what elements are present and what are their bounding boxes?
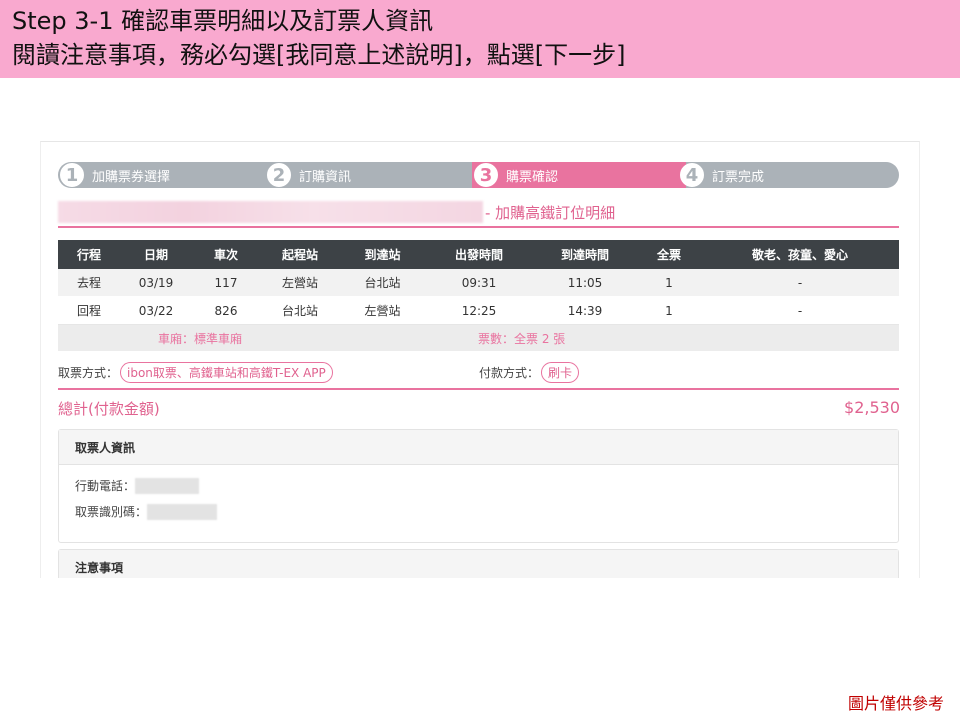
booking-confirmation-panel: 1 加購票券選擇 2 訂購資訊 3 購票確認 4 訂票完成 - 加購高鐵訂位明細… (40, 141, 920, 578)
table-row: 回程 03/22 826 台北站 左營站 12:25 14:39 1 - (58, 297, 899, 325)
pickup-method: 取票方式： ibon取票、高鐵車站和高鐵T-EX APP (58, 362, 333, 383)
table-cell: 台北站 (364, 276, 401, 290)
step-3: 3 購票確認 (474, 162, 558, 188)
column-header: 敬老、孩童、愛心 (751, 248, 848, 262)
blurred-redaction (135, 477, 200, 494)
pickup-id-label: 取票識別碼： (75, 505, 148, 519)
payment-method-badge: 刷卡 (541, 362, 580, 383)
table-summary-row: 車廂：標準車廂 票數：全票 2 張 (58, 325, 899, 351)
step-label: 訂票完成 (712, 169, 765, 185)
column-header: 到達時間 (560, 248, 609, 262)
step-number: 4 (680, 163, 704, 187)
column-header: 全票 (656, 248, 681, 262)
table-cell: 1 (665, 303, 673, 318)
step-label: 訂購資訊 (299, 169, 352, 185)
instruction-banner: Step 3-1 確認車票明細以及訂票人資訊 閱讀注意事項，務必勾選[我同意上述… (0, 0, 960, 78)
car-type-text: 車廂：標準車廂 (158, 331, 243, 346)
table-cell: 09:31 (461, 275, 497, 290)
step-number: 3 (474, 163, 498, 187)
table-cell: 11:05 (567, 275, 603, 290)
pickup-label: 取票方式： (58, 366, 119, 380)
table-cell: 左營站 (364, 304, 401, 318)
table-cell: 1 (665, 275, 673, 290)
table-cell: 台北站 (281, 304, 318, 318)
ticket-count-text: 票數：全票 2 張 (478, 331, 566, 346)
step-label: 加購票券選擇 (92, 169, 171, 185)
blurred-redaction (147, 503, 218, 520)
step-number: 2 (267, 163, 291, 187)
table-cell: 03/22 (138, 303, 174, 318)
column-header: 車次 (213, 248, 238, 262)
table-cell: 左營站 (281, 276, 318, 290)
progress-stepper: 1 加購票券選擇 2 訂購資訊 3 購票確認 4 訂票完成 (58, 162, 899, 188)
phone-label: 行動電話： (75, 479, 136, 493)
banner-step-title: Step 3-1 確認車票明細以及訂票人資訊 (12, 7, 434, 35)
table-cell: 12:25 (461, 303, 497, 318)
total-label: 總計(付款金額) (58, 400, 160, 418)
step-label: 購票確認 (506, 169, 559, 185)
notice-panel: 注意事項 (58, 549, 899, 578)
reference-note: 圖片僅供參考 (847, 694, 944, 713)
blurred-redaction (58, 201, 483, 223)
payment-method: 付款方式： 刷卡 (479, 362, 580, 383)
step-4: 4 訂票完成 (680, 162, 764, 188)
banner-instruction: 閱讀注意事項，務必勾選[我同意上述說明]，點選[下一步] (12, 41, 626, 69)
phone-field: 行動電話： (75, 477, 200, 494)
table-cell: 117 (214, 275, 238, 290)
pickup-id-field: 取票識別碼： (75, 503, 218, 520)
column-header: 日期 (143, 248, 168, 262)
total-amount: $2,530 (844, 398, 900, 417)
table-cell: 826 (214, 303, 238, 318)
table-cell: 去程 (76, 276, 101, 290)
column-header: 出發時間 (454, 248, 503, 262)
column-header: 到達站 (364, 248, 401, 262)
column-header: 起程站 (281, 248, 318, 262)
table-cell: - (797, 275, 803, 290)
table-header-row: 行程 日期 車次 起程站 到達站 出發時間 到達時間 全票 敬老、孩童、愛心 (58, 240, 899, 269)
table-cell: 回程 (76, 304, 101, 318)
section-title: - 加購高鐵訂位明細 (485, 204, 616, 222)
step-1: 1 加購票券選擇 (60, 162, 170, 188)
pickup-method-badge: ibon取票、高鐵車站和高鐵T-EX APP (120, 362, 333, 383)
panel-heading: 注意事項 (59, 550, 898, 578)
payment-label: 付款方式： (479, 366, 540, 380)
table-cell: - (797, 303, 803, 318)
panel-heading: 取票人資訊 (59, 430, 898, 465)
column-header: 行程 (76, 248, 101, 262)
table-cell: 14:39 (567, 303, 603, 318)
table-cell: 03/19 (138, 275, 174, 290)
table-row: 去程 03/19 117 左營站 台北站 09:31 11:05 1 - (58, 269, 899, 297)
divider (58, 388, 899, 390)
ticket-holder-panel: 取票人資訊 行動電話： 取票識別碼： (58, 429, 899, 543)
step-number: 1 (60, 163, 84, 187)
divider (58, 226, 899, 228)
booking-table: 行程 日期 車次 起程站 到達站 出發時間 到達時間 全票 敬老、孩童、愛心 去… (58, 240, 899, 351)
step-2: 2 訂購資訊 (267, 162, 351, 188)
